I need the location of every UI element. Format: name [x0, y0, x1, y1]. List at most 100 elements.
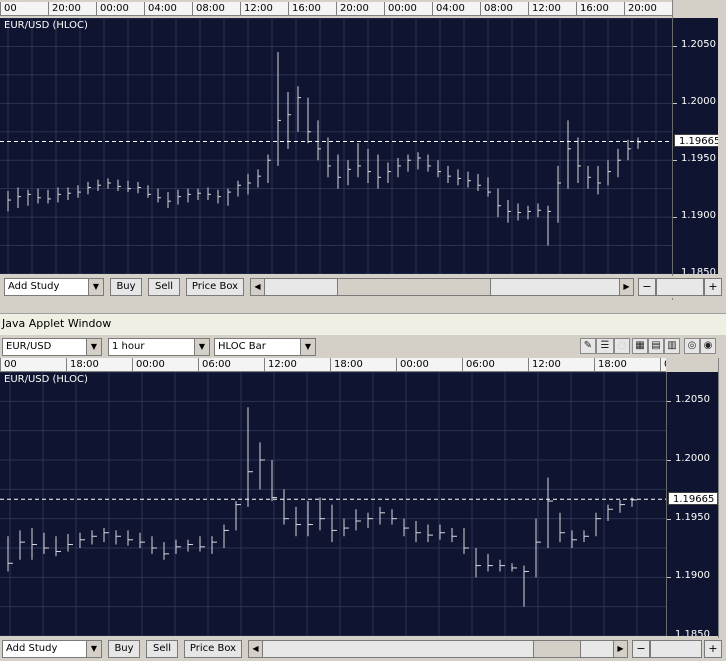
grid-dense-icon[interactable]: ▥: [664, 338, 680, 354]
top-ohlc-bar: [27, 189, 31, 206]
top-toolbar: Add Study ▼ Buy Sell Price Box ◀ ▶ − +: [0, 276, 726, 298]
bottom-price-tick: [667, 401, 671, 403]
top-time-tick: [96, 2, 97, 15]
bottom-time-label: 00:00: [136, 359, 165, 370]
top-chart-area[interactable]: EUR/USD (HLOC): [0, 18, 672, 274]
top-ohlc-bar: [507, 200, 511, 223]
top-time-label: 08:00: [196, 3, 225, 14]
scroll-left-icon[interactable]: ◀: [251, 279, 265, 295]
bottom-ohlc-bar: [463, 528, 469, 554]
top-ohlc-bar: [267, 154, 271, 183]
eraser-icon[interactable]: ◌: [614, 338, 630, 354]
top-zoom-plus-button[interactable]: +: [704, 278, 722, 296]
bottom-ohlc-bar: [583, 530, 589, 543]
bottom-scroll-thumb[interactable]: [533, 641, 581, 657]
bottom-ohlc-bar: [319, 497, 325, 531]
bottom-ohlc-bar: [31, 528, 37, 560]
top-time-label: 20:00: [628, 3, 657, 14]
top-sell-button[interactable]: Sell: [148, 278, 180, 296]
line-tool-icon[interactable]: ☰: [596, 338, 614, 354]
chevron-down-icon[interactable]: ▼: [88, 279, 103, 295]
top-ohlc-bar: [217, 189, 221, 204]
bottom-ohlc-bar: [67, 533, 73, 552]
top-zoom-track[interactable]: [656, 278, 704, 296]
bottom-price-label: 1.2000: [675, 453, 710, 464]
bottom-time-tick: [594, 358, 595, 371]
top-price-tick: [673, 217, 677, 219]
bottom-price-box-button[interactable]: Price Box: [184, 640, 242, 658]
bottom-ohlc-bar: [187, 539, 193, 552]
bottom-price-label: 1.2050: [675, 394, 710, 406]
bottom-ohlc-bar: [247, 407, 253, 507]
top-ohlc-bar: [147, 185, 151, 198]
bottom-sell-button[interactable]: Sell: [146, 640, 178, 658]
grid-fine-icon[interactable]: ▤: [648, 338, 664, 354]
chevron-down-icon[interactable]: ▼: [194, 339, 209, 355]
bottom-time-tick: [0, 358, 1, 371]
top-time-label: 12:00: [532, 3, 561, 14]
bottom-ohlc-bar: [295, 506, 301, 537]
bottom-ohlc-bar: [547, 477, 553, 548]
symbol-select[interactable]: EUR/USD ▼: [2, 338, 102, 356]
chevron-down-icon[interactable]: ▼: [300, 339, 315, 355]
bottom-ohlc-bar: [559, 512, 565, 543]
bottom-ohlc-bar: [283, 489, 289, 525]
bottom-ohlc-bar: [523, 565, 529, 607]
top-ohlc-bar: [137, 181, 141, 194]
top-zoom-minus-button[interactable]: −: [638, 278, 656, 296]
bottom-zoom-minus-button[interactable]: −: [632, 640, 650, 658]
top-buy-button[interactable]: Buy: [110, 278, 142, 296]
scroll-right-icon[interactable]: ▶: [613, 641, 627, 657]
bottom-horizontal-scrollbar[interactable]: ◀ ▶: [248, 640, 628, 658]
top-scroll-thumb[interactable]: [337, 279, 491, 295]
top-price-label: 1.1950: [681, 153, 716, 165]
top-ohlc-bar: [587, 165, 591, 189]
top-ohlc-bar: [277, 52, 281, 166]
top-ohlc-bar: [327, 137, 331, 178]
scroll-left-icon[interactable]: ◀: [249, 641, 263, 657]
top-ohlc-bar: [567, 120, 571, 189]
top-time-tick: [432, 2, 433, 15]
pencil-icon[interactable]: ✎: [580, 338, 596, 354]
bottom-ohlc-bar: [115, 530, 121, 545]
top-add-study-select[interactable]: Add Study ▼: [4, 278, 104, 296]
bottom-right-scroll-column[interactable]: [718, 358, 726, 640]
top-ohlc-bar: [397, 157, 401, 178]
bottom-zoom-plus-button[interactable]: +: [704, 640, 722, 658]
bottom-ohlc-bar: [451, 528, 457, 543]
bottom-time-tick: [462, 358, 463, 371]
bottom-ohlc-bar: [199, 536, 205, 552]
bottom-buy-button[interactable]: Buy: [108, 640, 140, 658]
bottom-add-study-select[interactable]: Add Study ▼: [2, 640, 102, 658]
interval-select[interactable]: 1 hour ▼: [108, 338, 210, 356]
top-ohlc-bar: [97, 179, 101, 191]
bottom-time-tick: [66, 358, 67, 371]
top-time-tick: [192, 2, 193, 15]
top-price-box-button[interactable]: Price Box: [186, 278, 244, 296]
top-ohlc-bar: [417, 152, 421, 170]
top-horizontal-scrollbar[interactable]: ◀ ▶: [250, 278, 634, 296]
bottom-ohlc-bar: [19, 530, 25, 560]
top-time-tick: [144, 2, 145, 15]
bottom-chart-area[interactable]: EUR/USD (HLOC): [0, 372, 666, 636]
bottom-ohlc-bar: [211, 536, 217, 554]
zoom-out-icon[interactable]: ◎: [684, 338, 700, 354]
top-ohlc-bar: [407, 154, 411, 172]
top-time-label: 20:00: [52, 3, 81, 14]
top-price-tick: [673, 46, 677, 48]
bottom-zoom-track[interactable]: [650, 640, 702, 658]
grid-icon[interactable]: ▦: [632, 338, 648, 354]
top-ohlc-bar: [607, 160, 611, 186]
top-ohlc-bar: [627, 139, 631, 161]
scroll-right-icon[interactable]: ▶: [619, 279, 633, 295]
chevron-down-icon[interactable]: ▼: [86, 641, 101, 657]
chart-type-select[interactable]: HLOC Bar ▼: [214, 338, 316, 356]
bottom-ohlc-bar: [511, 563, 517, 572]
chevron-down-icon[interactable]: ▼: [86, 339, 101, 355]
bottom-ohlc-bar: [43, 532, 49, 554]
bottom-add-study-label: Add Study: [6, 643, 58, 654]
top-current-price-label: 1.19665: [674, 134, 718, 148]
zoom-in-icon[interactable]: ◉: [700, 338, 716, 354]
top-ohlc-bar: [637, 137, 641, 149]
bottom-time-tick: [528, 358, 529, 371]
